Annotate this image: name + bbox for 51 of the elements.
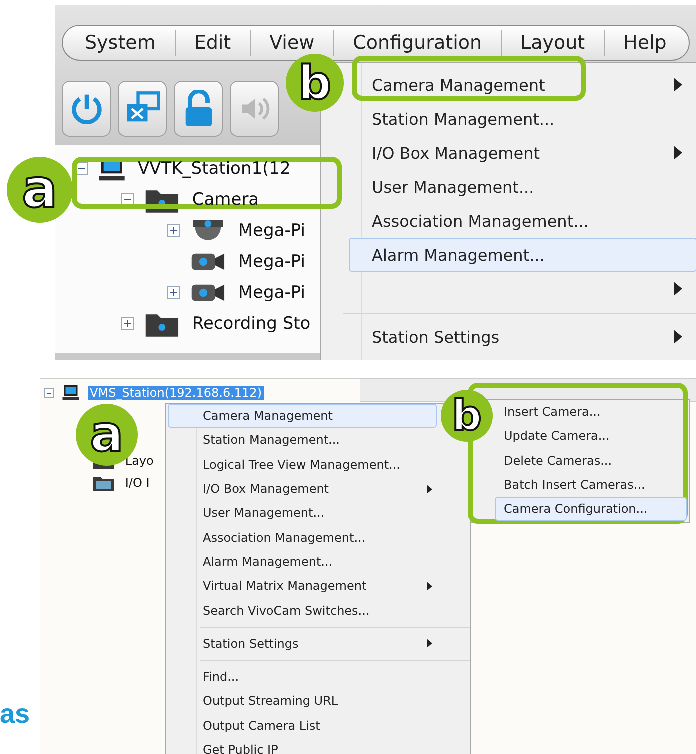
menu-item[interactable]: Alarm Management...	[168, 550, 437, 574]
menu-item[interactable]: Camera Management	[168, 404, 437, 428]
menu-title[interactable]: Configuration	[345, 32, 490, 54]
menu-item[interactable]: Get Public IP	[168, 738, 437, 754]
computer-icon	[62, 384, 80, 402]
menu-item[interactable]: Update Camera...	[495, 424, 687, 449]
tree-item[interactable]: Recording Sto	[190, 314, 313, 334]
menu-item[interactable]: Station Settings	[349, 320, 696, 354]
menu-item[interactable]: Camera Configuration...	[495, 497, 687, 522]
heading-fragment: as	[0, 699, 30, 730]
menu-item[interactable]: Search VivoCam Switches...	[168, 598, 437, 623]
menu-title[interactable]: View	[262, 32, 323, 54]
menu-item[interactable]: Station Management...	[168, 428, 437, 453]
menu-item[interactable]: I/O Box Management	[349, 136, 696, 170]
tree-item[interactable]: Mega-Pi	[236, 282, 308, 302]
menu-item[interactable]: I/O Box Management	[168, 476, 437, 502]
expand-toggle[interactable]	[121, 317, 134, 330]
tree-item[interactable]: Mega-Pi	[236, 220, 308, 240]
power-button[interactable]	[62, 81, 111, 137]
menu-item[interactable]: Output Camera List	[168, 714, 437, 738]
collapse-toggle[interactable]	[44, 388, 54, 398]
menu-title[interactable]: Edit	[186, 32, 240, 54]
menu-item[interactable]: Delete Cameras...	[495, 448, 687, 473]
menu-item[interactable]: Association Management...	[168, 525, 437, 550]
tree-item[interactable]: Mega-Pi	[236, 252, 308, 272]
menu-item[interactable]: User Management...	[168, 501, 437, 526]
expand-toggle[interactable]	[167, 224, 180, 237]
menu-item[interactable]: Virtual Matrix Management	[168, 574, 437, 598]
tree-item[interactable]: VVTK_Station1(12	[136, 158, 293, 178]
menu-item[interactable]: Find...	[168, 664, 437, 690]
menu-title[interactable]: Help	[616, 32, 675, 54]
menu-item[interactable]: Output Streaming URL	[168, 689, 437, 714]
menu-item[interactable]: Camera Management	[349, 68, 696, 102]
power-icon	[70, 92, 104, 126]
folder-icon	[92, 474, 116, 492]
menu-item[interactable]: Station Settings	[168, 632, 437, 656]
padlock-icon	[184, 90, 214, 128]
menu-title[interactable]: Layout	[512, 32, 594, 54]
menu-item[interactable]: Alarm Management...	[349, 238, 696, 272]
callout-badge: a	[7, 157, 73, 223]
menu-item[interactable]: Logical Tree View Management...	[168, 452, 437, 477]
expand-toggle[interactable]	[167, 286, 180, 299]
menu-item[interactable]: User Management...	[349, 170, 696, 204]
menu-item[interactable]: Station Management...	[349, 102, 696, 136]
menu-title[interactable]: System	[77, 32, 164, 54]
menu-item[interactable]: Association Management...	[349, 204, 696, 238]
tree-item[interactable]: I/O I	[123, 476, 152, 490]
lock-button[interactable]	[174, 81, 223, 137]
menu-item[interactable]: Batch Insert Cameras...	[495, 472, 687, 498]
network-button[interactable]	[118, 81, 167, 137]
menu-item[interactable]: Insert Camera...	[495, 400, 687, 424]
